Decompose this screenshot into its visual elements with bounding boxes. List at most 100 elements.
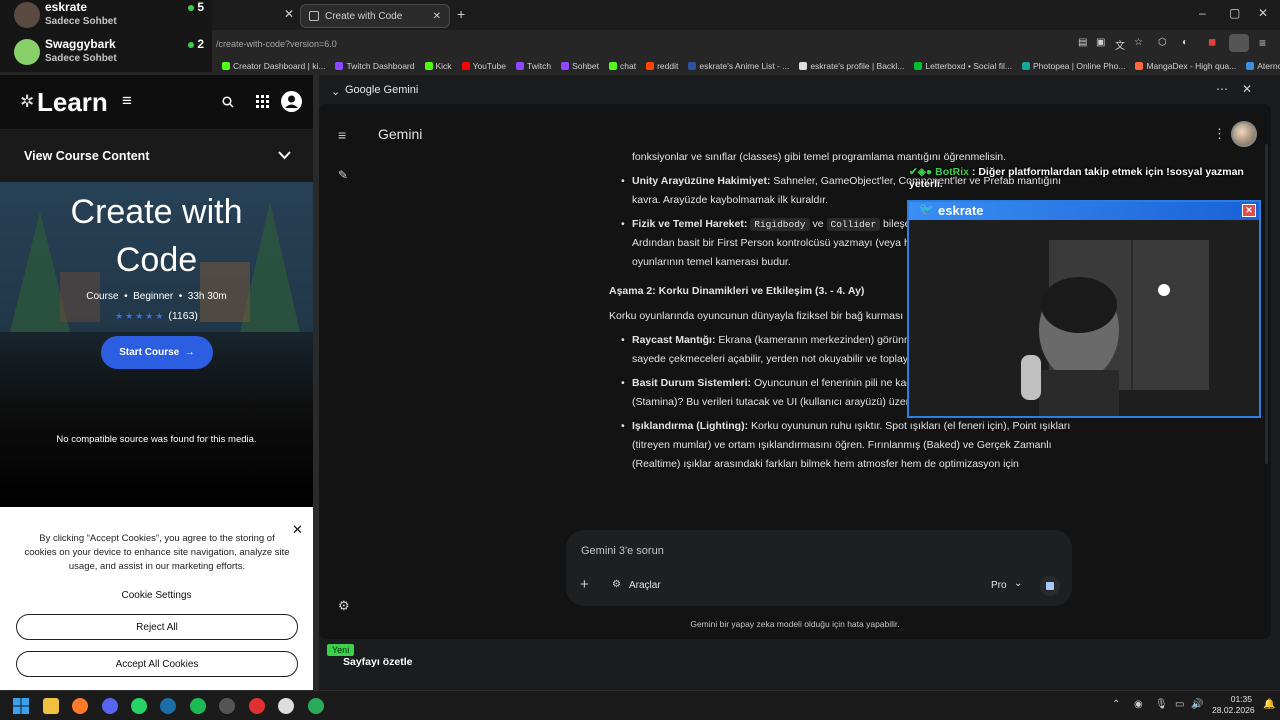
bookmark-item[interactable]: eskrate's profile | Backl... (795, 61, 908, 71)
file-explorer-icon[interactable] (43, 698, 59, 714)
tab-create-with-code[interactable]: Create with Code ✕ (300, 4, 450, 28)
cookie-settings-link[interactable]: Cookie Settings (0, 590, 313, 601)
bookmark-label: Kick (435, 61, 452, 71)
close-icon[interactable]: ✕ (292, 522, 303, 538)
response-text: fonksiyonlar ve sınıflar (classes) gibi … (632, 151, 1007, 163)
window-close-icon[interactable]: ✕ (1258, 6, 1268, 20)
network-icon[interactable]: ▭ (1175, 699, 1184, 710)
tools-icon[interactable]: ⚙ (612, 579, 621, 590)
bookmark-label: reddit (657, 61, 679, 71)
summarize-page-button[interactable]: Sayfayı özetle (343, 656, 412, 668)
extension-badge-icon[interactable]: ◼ (1208, 37, 1216, 48)
bookmark-favicon-icon (515, 62, 524, 70)
close-panel-icon[interactable]: ✕ (1242, 82, 1252, 96)
account-icon[interactable] (281, 91, 302, 112)
close-tab-icon[interactable]: ✕ (284, 7, 294, 21)
bookmark-favicon-icon (646, 62, 655, 70)
minimize-icon[interactable]: – (1199, 6, 1206, 20)
obs-record-icon[interactable] (249, 698, 265, 714)
chatter-status: Sadece Sohbet (45, 16, 117, 27)
bookmark-item[interactable]: Aternos (1242, 61, 1280, 71)
clock[interactable]: 01:35 28.02.2026 (1212, 694, 1255, 716)
gpu-app-icon[interactable] (308, 698, 324, 714)
media-error-text: No compatible source was found for this … (56, 434, 257, 445)
more-vert-icon[interactable]: ⋮ (1213, 126, 1226, 142)
settings-gear-icon[interactable]: ⚙ (338, 598, 350, 614)
apps-grid-icon[interactable] (256, 95, 269, 108)
notification-bell-icon[interactable]: 🔔 (1263, 699, 1275, 710)
screenshot-icon[interactable]: ▣ (1096, 37, 1105, 48)
more-options-icon[interactable]: ⋯ (1216, 82, 1228, 96)
stop-button[interactable] (1040, 576, 1060, 596)
view-course-content-toggle[interactable]: View Course Content (0, 130, 313, 182)
tray-chevron-icon[interactable]: ⌃ (1112, 699, 1120, 710)
inline-code: Collider (826, 218, 881, 231)
steam-icon[interactable] (160, 698, 176, 714)
settings-icon[interactable] (278, 698, 294, 714)
inline-code: Rigidbody (750, 218, 810, 231)
bookmark-favicon-icon (609, 62, 618, 70)
bookmark-item[interactable]: reddit (642, 61, 682, 71)
sidebar-toggle-icon[interactable] (1229, 34, 1249, 52)
bookmark-item[interactable]: Photopea | Online Pho... (1018, 61, 1129, 71)
prompt-input[interactable]: Gemini 3'e sorun (581, 545, 664, 557)
bookmark-label: MangaDex - High qua... (1146, 61, 1237, 71)
tab-title: Create with Code (325, 10, 403, 22)
reject-all-button[interactable]: Reject All (16, 614, 298, 640)
vpn-icon[interactable]: ◐ (1182, 37, 1188, 48)
tray-app-icon[interactable]: ◉ (1134, 699, 1143, 710)
whatsapp-icon[interactable] (131, 698, 147, 714)
bookmark-item[interactable]: Sohbet (557, 61, 603, 71)
windows-start-icon[interactable] (13, 698, 29, 714)
close-tab-icon[interactable]: ✕ (433, 11, 441, 22)
user-avatar[interactable] (1231, 121, 1257, 147)
chatter-row: eskrate Sadece Sohbet 5 (14, 0, 208, 32)
spotify-icon[interactable] (190, 698, 206, 714)
microphone-icon[interactable]: 🎙 (1155, 699, 1168, 710)
webcam-feed-image (909, 220, 1259, 416)
bookmark-item[interactable]: Twitch Dashboard (331, 61, 418, 71)
new-chat-icon[interactable]: ✎ (338, 168, 348, 182)
scrollbar[interactable] (1265, 144, 1268, 464)
bookmark-favicon-icon (1022, 62, 1030, 70)
unity-logo-icon[interactable]: ✲ (20, 92, 34, 112)
app-icon[interactable] (219, 698, 235, 714)
learn-logo[interactable]: Learn (37, 87, 108, 118)
online-dot-icon (188, 41, 195, 48)
close-icon[interactable]: ✕ (1242, 204, 1256, 217)
volume-icon[interactable]: 🔊 (1191, 699, 1203, 710)
add-icon[interactable]: + (580, 576, 589, 593)
new-tab-icon[interactable]: + (457, 6, 465, 22)
clock-date: 28.02.2026 (1212, 705, 1255, 715)
bookmark-label: YouTube (472, 61, 506, 71)
translate-icon[interactable]: 文 (1115, 37, 1125, 52)
bookmark-item[interactable]: eskrate's Anime List - ... (684, 61, 793, 71)
chevron-down-icon[interactable]: ⌄ (331, 85, 340, 98)
disclaimer-text: Gemini bir yapay zeka modeli olduğu için… (690, 619, 900, 629)
bookmark-item[interactable]: Kick (421, 61, 456, 71)
accept-all-cookies-button[interactable]: Accept All Cookies (16, 651, 298, 677)
menu-icon[interactable]: ≡ (1259, 36, 1266, 50)
clock-time: 01:35 (1230, 694, 1252, 704)
bookmark-item[interactable]: chat (605, 61, 640, 71)
hamburger-menu-icon[interactable]: ≡ (122, 91, 132, 111)
maximize-icon[interactable]: ▢ (1229, 6, 1240, 20)
prompt-composer[interactable]: Gemini 3'e sorun + ⚙ Araçlar Pro ⌄ (566, 530, 1072, 606)
bookmark-star-icon[interactable]: ☆ (1134, 37, 1143, 48)
extensions-icon[interactable]: ⬡ (1158, 37, 1167, 48)
chatter-row: Swaggybark Sadece Sohbet 2 (14, 37, 208, 69)
discord-icon[interactable] (102, 698, 118, 714)
search-icon[interactable] (222, 96, 234, 108)
bookmark-item[interactable]: Twitch (512, 61, 555, 71)
model-selector[interactable]: Pro (991, 580, 1007, 591)
firefox-icon[interactable] (72, 698, 88, 714)
bookmark-item[interactable]: Letterboxd • Social fil... (910, 61, 1016, 71)
bookmark-label: Aternos (1257, 61, 1280, 71)
bookmark-item[interactable]: Creator Dashboard | ki... (218, 61, 329, 71)
bookmark-item[interactable]: YouTube (458, 61, 510, 71)
tools-button[interactable]: Araçlar (629, 580, 661, 591)
main-menu-icon[interactable]: ≡ (338, 127, 346, 143)
bookmark-item[interactable]: MangaDex - High qua... (1131, 61, 1240, 71)
start-course-button[interactable]: Start Course → (101, 336, 213, 369)
reader-icon[interactable]: ▤ (1078, 37, 1087, 48)
